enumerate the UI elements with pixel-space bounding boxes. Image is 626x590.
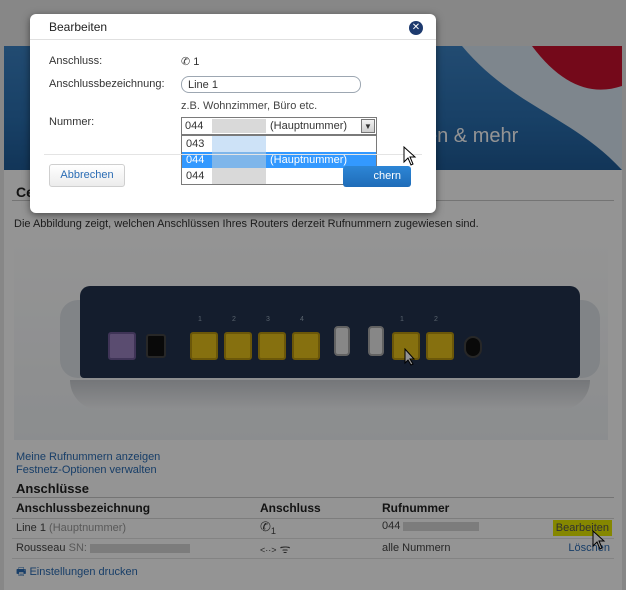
connection-label: Anschluss: bbox=[49, 55, 103, 67]
selected-suffix: (Hauptnummer) bbox=[270, 120, 348, 132]
close-icon[interactable]: ✕ bbox=[409, 21, 423, 35]
name-label: Anschlussbezeichnung: bbox=[49, 78, 165, 90]
option-prefix: 044 bbox=[186, 170, 205, 182]
connection-value: ✆ 1 bbox=[181, 55, 199, 68]
dropdown-option[interactable]: 043 bbox=[182, 136, 376, 152]
name-hint: z.B. Wohnzimmer, Büro etc. bbox=[181, 100, 318, 112]
cancel-button[interactable]: Abbrechen bbox=[49, 164, 125, 187]
edit-dialog: Bearbeiten ✕ Anschluss: ✆ 1 Anschlussbez… bbox=[30, 14, 436, 213]
number-select[interactable]: 044 (Hauptnummer) ▼ bbox=[181, 117, 377, 135]
mouse-cursor-icon bbox=[403, 146, 417, 166]
save-button[interactable]: chern bbox=[343, 166, 411, 187]
chevron-down-icon[interactable]: ▼ bbox=[361, 119, 375, 133]
dialog-title: Bearbeiten bbox=[30, 14, 436, 40]
option-prefix: 043 bbox=[186, 138, 205, 150]
connection-number: 1 bbox=[193, 56, 200, 68]
redacted-number bbox=[212, 119, 266, 133]
divider bbox=[44, 154, 422, 155]
number-label: Nummer: bbox=[49, 116, 95, 128]
selected-prefix: 044 bbox=[185, 120, 204, 132]
option-prefix: 044 bbox=[186, 154, 205, 166]
phone-icon: ✆ bbox=[181, 56, 191, 68]
name-input[interactable] bbox=[181, 76, 361, 93]
redacted-number bbox=[212, 168, 266, 184]
redacted-number bbox=[212, 136, 266, 152]
